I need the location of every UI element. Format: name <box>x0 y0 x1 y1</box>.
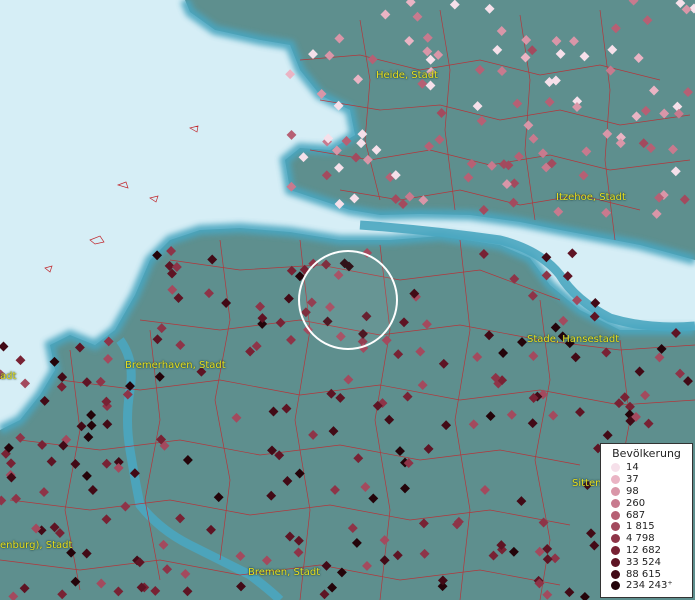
legend-value: 234 243⁺ <box>626 580 673 592</box>
population-legend: Bevölkerung 14 37 98 260 687 1 815 4 798 12 682… <box>600 443 693 598</box>
legend-dot-icon <box>611 581 620 591</box>
label-bremerhaven: Bremerhaven, Stadt <box>125 360 226 371</box>
label-heide: Heide, Stadt <box>376 70 438 81</box>
legend-item: 14 <box>601 462 692 474</box>
legend-dot-icon <box>611 545 620 555</box>
legend-dot-icon <box>611 463 620 473</box>
legend-value: 88 615 <box>626 568 661 580</box>
legend-item: 687 <box>601 509 692 521</box>
legend-dot-icon <box>611 475 620 485</box>
legend-value: 33 524 <box>626 556 661 568</box>
selection-circle[interactable] <box>298 250 398 350</box>
label-oldenburg: enburg), Stadt <box>0 540 73 551</box>
map-canvas[interactable] <box>0 0 695 600</box>
legend-dot-icon <box>611 510 620 520</box>
label-sitten: Sitten <box>572 478 602 489</box>
label-itzehoe: Itzehoe, Stadt <box>556 192 626 203</box>
legend-item: 88 615 <box>601 568 692 580</box>
legend-item: 234 243⁺ <box>601 580 692 592</box>
legend-dot-icon <box>611 522 620 532</box>
legend-value: 687 <box>626 509 646 521</box>
legend-item: 1 815 <box>601 521 692 533</box>
legend-dot-icon <box>611 557 620 567</box>
legend-dot-icon <box>611 486 620 496</box>
legend-value: 12 682 <box>626 544 661 556</box>
legend-rows: 14 37 98 260 687 1 815 4 798 12 682 33 524 88 615… <box>601 462 692 592</box>
legend-value: 37 <box>626 474 639 486</box>
legend-item: 37 <box>601 474 692 486</box>
legend-value: 1 815 <box>626 521 655 533</box>
legend-value: 260 <box>626 497 646 509</box>
legend-value: 4 798 <box>626 533 655 545</box>
legend-item: 12 682 <box>601 545 692 557</box>
legend-value: 14 <box>626 462 639 474</box>
legend-item: 260 <box>601 497 692 509</box>
legend-value: 98 <box>626 485 639 497</box>
legend-item: 4 798 <box>601 533 692 545</box>
legend-dot-icon <box>611 498 620 508</box>
legend-title: Bevölkerung <box>612 447 681 460</box>
legend-dot-icon <box>611 534 620 544</box>
label-edge-left: adt <box>0 371 17 382</box>
label-bremen: Bremen, Stadt <box>248 567 321 578</box>
label-stade: Stade, Hansestadt <box>527 334 620 345</box>
legend-item: 33 524 <box>601 556 692 568</box>
legend-dot-icon <box>611 569 620 579</box>
legend-item: 98 <box>601 486 692 498</box>
